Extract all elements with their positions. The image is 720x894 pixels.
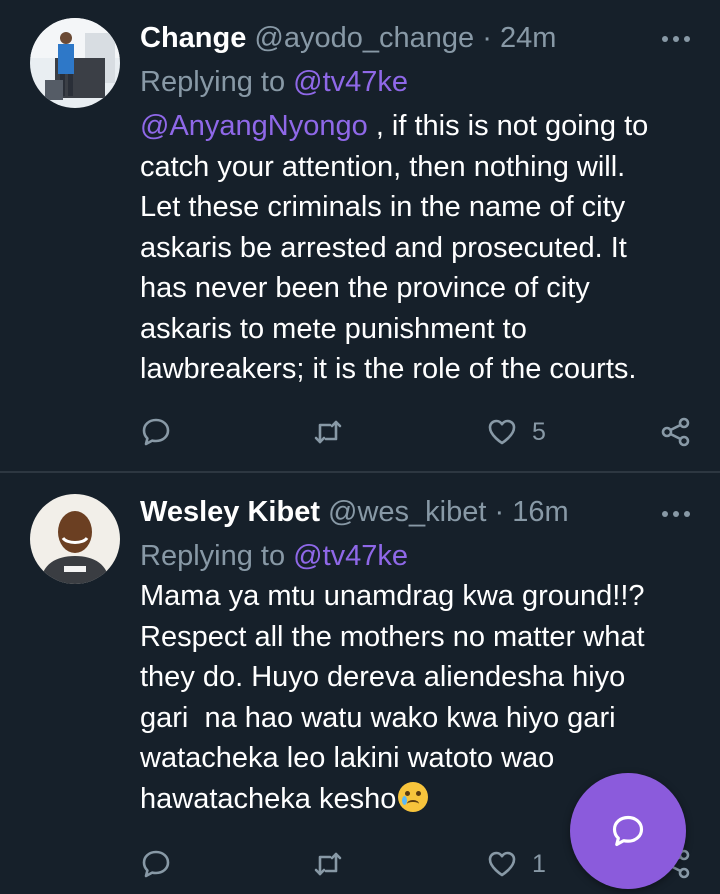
- retweet-button[interactable]: [312, 844, 344, 884]
- retweet-icon: [314, 420, 342, 444]
- text-line: Mama ya mtu unamdrag kwa ground!!?: [140, 580, 645, 612]
- share-icon: [661, 417, 690, 447]
- text-line: has never been the province of city: [140, 272, 590, 304]
- text-line: askaris be arrested and prosecuted. It: [140, 231, 627, 264]
- tweet-text: @AnyangNyongo , if this is not going to …: [140, 106, 700, 390]
- timestamp[interactable]: 24m: [500, 22, 556, 54]
- like-button[interactable]: 1: [486, 844, 546, 884]
- more-dots-icon[interactable]: [662, 509, 690, 519]
- separator: ·: [482, 22, 492, 54]
- replying-to-mention[interactable]: @tv47ke: [293, 66, 408, 98]
- speech-bubble-icon: [142, 418, 170, 446]
- compose-reply-icon: [612, 815, 644, 847]
- reply-feed: Change @ayodo_change · 24m Replying to @…: [0, 0, 720, 894]
- text-line: they do. Huyo dereva aliendesha hiyo: [140, 661, 626, 693]
- tweet-header: Wesley Kibet @wes_kibet · 16m: [140, 492, 569, 532]
- crying-face-icon: [398, 781, 429, 812]
- text-fragment: , if this is not going to: [367, 110, 649, 142]
- like-count: 1: [532, 849, 546, 878]
- text-line: @AnyangNyongo , if this is not going to: [140, 106, 700, 147]
- like-count: 5: [532, 417, 546, 446]
- mention-link[interactable]: @AnyangNyongo: [140, 110, 368, 142]
- tweet[interactable]: Change @ayodo_change · 24m Replying to @…: [0, 0, 720, 472]
- replying-to: Replying to @tv47ke: [140, 62, 408, 102]
- reply-button[interactable]: [140, 412, 172, 452]
- text-line: Respect all the mothers no matter what: [140, 620, 645, 653]
- avatar[interactable]: [30, 494, 120, 584]
- text-fragment: hawatacheka kesho: [140, 782, 397, 815]
- timestamp[interactable]: 16m: [512, 496, 568, 528]
- avatar[interactable]: [30, 18, 120, 108]
- text-line: lawbreakers; it is the role of the court…: [140, 353, 637, 385]
- text-line: Let these criminals in the name of city: [140, 191, 626, 223]
- compose-reply-button[interactable]: [570, 773, 686, 889]
- heart-icon: [488, 851, 516, 877]
- retweet-button[interactable]: [312, 412, 344, 452]
- speech-bubble-icon: [142, 850, 170, 878]
- username[interactable]: @ayodo_change: [254, 22, 474, 54]
- tweet-header: Change @ayodo_change · 24m: [140, 18, 556, 58]
- display-name[interactable]: Wesley Kibet: [140, 496, 320, 528]
- retweet-icon: [314, 852, 342, 876]
- more-dots-icon[interactable]: [662, 34, 690, 44]
- text-line: askaris to mete punishment to: [140, 312, 527, 345]
- text-line: catch your attention, then nothing will.: [140, 150, 626, 183]
- like-button[interactable]: 5: [486, 412, 546, 452]
- share-button[interactable]: [660, 412, 692, 452]
- replying-to-label: Replying to: [140, 66, 286, 98]
- text-line: gari na hao watu wako kwa hiyo gari: [140, 701, 616, 734]
- replying-to: Replying to @tv47ke: [140, 536, 408, 576]
- text-line: watacheka leo lakini watoto wao: [140, 742, 555, 774]
- tweet-actions: 5: [0, 412, 720, 452]
- reply-button[interactable]: [140, 844, 172, 884]
- heart-icon: [488, 419, 516, 445]
- replying-to-mention[interactable]: @tv47ke: [293, 540, 408, 572]
- username[interactable]: @wes_kibet: [328, 496, 486, 528]
- replying-to-label: Replying to: [140, 540, 286, 572]
- separator: ·: [494, 496, 505, 528]
- display-name[interactable]: Change: [140, 22, 246, 54]
